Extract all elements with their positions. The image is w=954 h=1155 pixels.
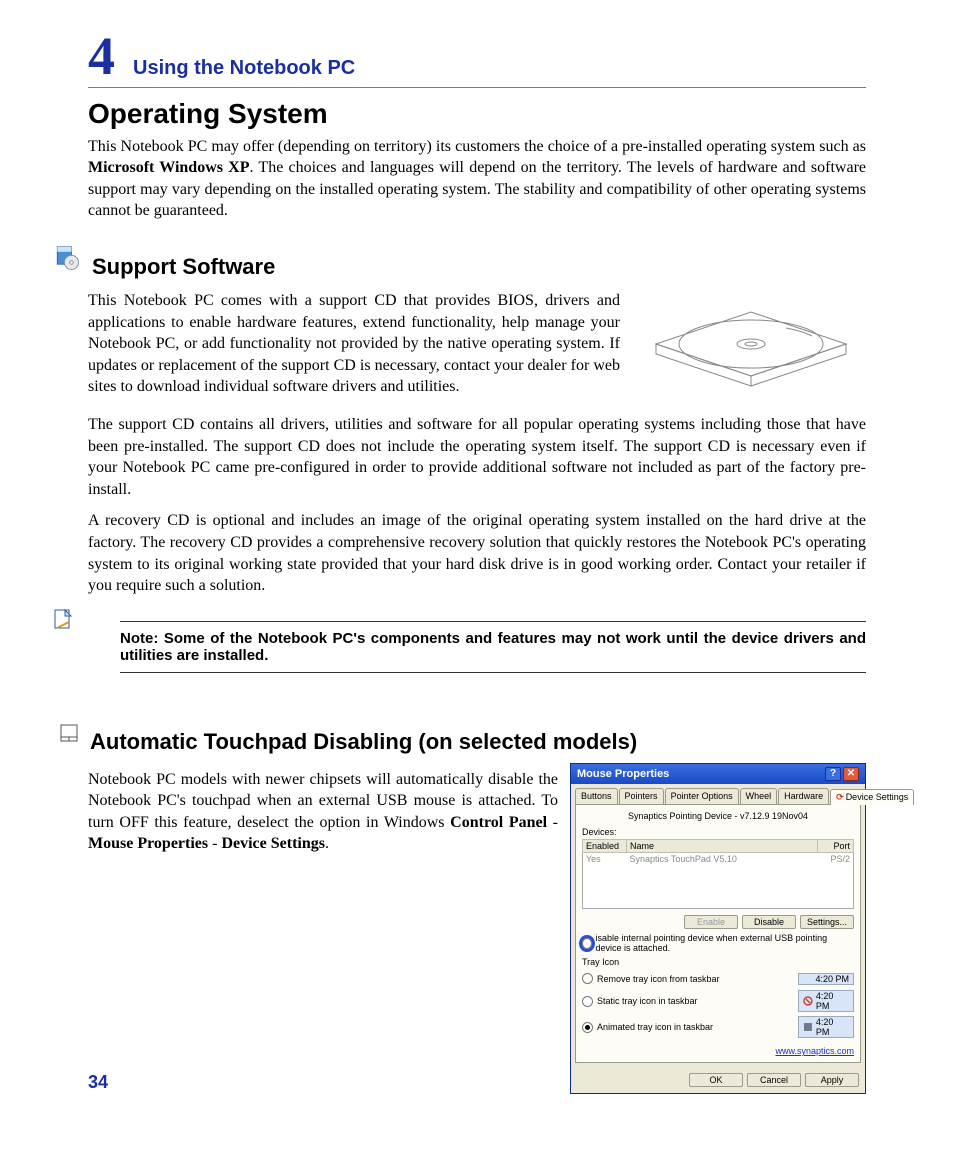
- text: -: [547, 814, 558, 831]
- note-box: Note: Some of the Notebook PC's componen…: [120, 621, 866, 673]
- enable-button[interactable]: Enable: [684, 915, 738, 929]
- table-row[interactable]: Yes Synaptics TouchPad V5.10 PS/2: [583, 852, 854, 865]
- text-bold: Device Settings: [221, 835, 325, 852]
- tab-panel: Synaptics Pointing Device - v7.12.9 19No…: [575, 804, 861, 1064]
- text-bold: Mouse Properties: [88, 835, 208, 852]
- chapter-number: 4: [88, 32, 115, 81]
- radio-icon[interactable]: [582, 1022, 593, 1033]
- time-label: 4:20 PM: [816, 991, 849, 1011]
- time-label: 4:20 PM: [815, 974, 849, 984]
- radio-label: Animated tray icon in taskbar: [597, 1022, 713, 1032]
- dialog-titlebar[interactable]: Mouse Properties ? ✕: [571, 764, 865, 784]
- text: -: [208, 835, 221, 852]
- synaptics-static-icon: [803, 996, 813, 1006]
- text-bold: Control Panel: [450, 814, 547, 831]
- cd-drive-illustration: [636, 284, 866, 404]
- radio-icon[interactable]: [582, 996, 593, 1007]
- devices-table[interactable]: Enabled Name Port Yes Synaptics TouchPad…: [582, 839, 854, 910]
- header-divider: [88, 87, 866, 88]
- touchpad-icon: [58, 722, 80, 744]
- touchpad-paragraph: Notebook PC models with newer chipsets w…: [88, 769, 558, 855]
- text: This Notebook PC may offer (depending on…: [88, 138, 866, 155]
- device-version: Synaptics Pointing Device - v7.12.9 19No…: [582, 811, 854, 821]
- tab-label: Device Settings: [846, 792, 909, 802]
- synaptics-animated-icon: [803, 1022, 813, 1032]
- disable-internal-checkbox-row[interactable]: isable internal pointing device when ext…: [582, 933, 854, 953]
- chapter-title: Using the Notebook PC: [133, 57, 355, 80]
- software-box-icon: [52, 243, 82, 273]
- cell-name: Synaptics TouchPad V5.10: [627, 852, 818, 865]
- devices-label: Devices:: [582, 827, 854, 837]
- col-enabled: Enabled: [583, 839, 627, 852]
- close-button[interactable]: ✕: [843, 767, 859, 781]
- tab-strip: Buttons Pointers Pointer Options Wheel H…: [571, 784, 865, 804]
- radio-remove-tray[interactable]: Remove tray icon from taskbar: [582, 973, 720, 984]
- cell-port: PS/2: [818, 852, 854, 865]
- radio-label: Static tray icon in taskbar: [597, 996, 698, 1006]
- time-label: 4:20 PM: [816, 1017, 849, 1037]
- synaptics-link[interactable]: www.synaptics.com: [775, 1046, 854, 1056]
- support-paragraph-2: The support CD contains all drivers, uti…: [88, 414, 866, 500]
- cancel-button[interactable]: Cancel: [747, 1073, 801, 1087]
- checkbox-label: isable internal pointing device when ext…: [596, 933, 854, 953]
- cell-enabled: Yes: [583, 852, 627, 865]
- tray-icon-group-label: Tray Icon: [582, 957, 854, 967]
- text-bold: Microsoft Windows XP: [88, 159, 250, 176]
- tab-pointers[interactable]: Pointers: [619, 788, 664, 804]
- settings-button[interactable]: Settings...: [800, 915, 854, 929]
- radio-animated-tray[interactable]: Animated tray icon in taskbar: [582, 1022, 713, 1033]
- os-paragraph: This Notebook PC may offer (depending on…: [88, 136, 866, 222]
- checkbox-icon[interactable]: [582, 938, 592, 949]
- mouse-properties-dialog: Mouse Properties ? ✕ Buttons Pointers Po…: [570, 763, 866, 1095]
- radio-static-tray[interactable]: Static tray icon in taskbar: [582, 996, 698, 1007]
- text: .: [325, 835, 329, 852]
- support-paragraph-1: This Notebook PC comes with a support CD…: [88, 290, 620, 398]
- tab-hardware[interactable]: Hardware: [778, 788, 829, 804]
- radio-icon[interactable]: [582, 973, 593, 984]
- section-title-touchpad: Automatic Touchpad Disabling (on selecte…: [90, 729, 637, 755]
- tray-preview-animated: 4:20 PM: [798, 1016, 854, 1038]
- col-name: Name: [627, 839, 818, 852]
- section-title-os: Operating System: [88, 98, 866, 130]
- tab-buttons[interactable]: Buttons: [575, 788, 618, 804]
- apply-button[interactable]: Apply: [805, 1073, 859, 1087]
- col-port: Port: [818, 839, 854, 852]
- note-icon: [52, 607, 74, 633]
- tab-wheel[interactable]: Wheel: [740, 788, 778, 804]
- disable-button[interactable]: Disable: [742, 915, 796, 929]
- help-button[interactable]: ?: [825, 767, 841, 781]
- dialog-title: Mouse Properties: [577, 768, 669, 780]
- tab-pointer-options[interactable]: Pointer Options: [665, 788, 739, 804]
- section-title-support: Support Software: [92, 254, 275, 280]
- synaptics-icon: ⟳: [836, 792, 844, 802]
- page-number: 34: [88, 1072, 108, 1093]
- support-paragraph-3: A recovery CD is optional and includes a…: [88, 510, 866, 596]
- tray-preview-remove: 4:20 PM: [798, 973, 854, 985]
- ok-button[interactable]: OK: [689, 1073, 743, 1087]
- tray-preview-static: 4:20 PM: [798, 990, 854, 1012]
- radio-label: Remove tray icon from taskbar: [597, 974, 720, 984]
- tab-device-settings[interactable]: ⟳Device Settings: [830, 789, 914, 805]
